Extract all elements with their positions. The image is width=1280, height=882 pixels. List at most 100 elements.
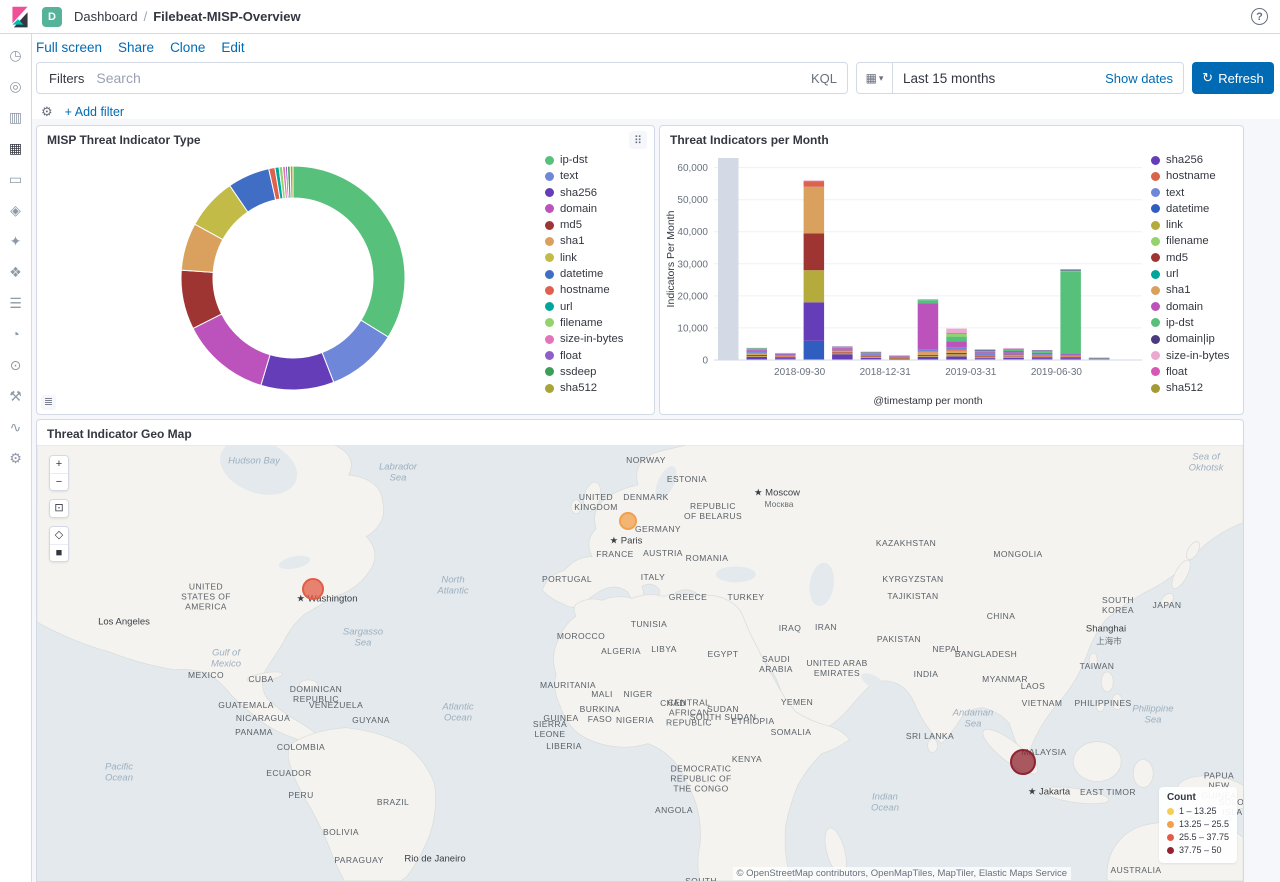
dashboard-canvas: MISP Threat Indicator Type ⠿ ip-dst text s… [32,119,1280,882]
recently-viewed-icon[interactable]: ◷ [7,46,25,64]
map-marker[interactable] [619,512,637,530]
dashboard-icon[interactable]: ▦ [7,139,25,157]
legend-item[interactable]: sha512 [1151,382,1237,394]
legend-swatch [1151,156,1160,165]
svg-text:2018-09-30: 2018-09-30 [774,367,826,378]
legend-swatch [545,188,554,197]
legend-label: text [560,170,578,182]
legend-item[interactable]: ip-dst [1151,317,1237,329]
legend-item[interactable]: sha1 [1151,284,1237,296]
donut-legend: ip-dst text sha256 domain md5 sha1 link datetim… [545,154,623,394]
legend-item[interactable]: datetime [1151,203,1237,215]
map-marker[interactable] [302,578,324,600]
add-filter-button[interactable]: + Add filter [65,105,124,119]
legend-label: sha256 [560,187,597,199]
legend-item[interactable]: datetime [545,268,623,280]
legend-item[interactable]: sha256 [1151,154,1237,166]
infrastructure-icon[interactable]: ❖ [7,263,25,281]
zoom-out-button[interactable]: − [50,473,68,490]
panel-misp-threat-indicator-type: MISP Threat Indicator Type ⠿ ip-dst text s… [36,125,655,415]
legend-label: filename [560,317,603,329]
legend-item[interactable]: ip-dst [545,154,623,166]
draw-rectangle-button[interactable]: ■ [50,544,68,561]
legend-label: sha512 [1166,382,1203,394]
legend-label: md5 [560,219,582,231]
legend-swatch [1151,204,1160,213]
legend-item[interactable]: md5 [545,219,623,231]
logs-icon[interactable]: ☰ [7,294,25,312]
bar-chart[interactable]: 010,00020,00030,00040,00050,00060,000201… [662,150,1148,410]
map-attribution[interactable]: © OpenStreetMap contributors, OpenMapTil… [733,867,1071,880]
legend-item[interactable]: text [1151,187,1237,199]
menu-share[interactable]: Share [118,40,154,55]
canvas-icon[interactable]: ▭ [7,170,25,188]
space-badge[interactable]: D [42,7,62,27]
legend-item[interactable]: float [1151,366,1237,378]
filter-options-gear-icon[interactable]: ⚙ [41,104,53,120]
svg-text:40,000: 40,000 [677,227,708,238]
refresh-button[interactable]: ↻ Refresh [1192,62,1274,94]
legend-label: sha512 [560,382,597,394]
maps-icon[interactable]: ◈ [7,201,25,219]
legend-item[interactable]: ssdeep [545,366,623,378]
breadcrumb-dashboard[interactable]: Dashboard [74,9,138,24]
legend-item[interactable]: link [1151,219,1237,231]
legend-label: domain|ip [1166,333,1215,345]
map-legend-row: 13.25 – 25.5 [1167,818,1229,831]
legend-swatch [545,221,554,230]
machine-learning-icon[interactable]: ✦ [7,232,25,250]
panel-title: MISP Threat Indicator Type [37,126,654,150]
legend-item[interactable]: float [545,350,623,362]
legend-item[interactable]: hostname [1151,170,1237,182]
legend-item[interactable]: sha512 [545,382,623,394]
map-marker[interactable] [1010,749,1036,775]
show-dates-button[interactable]: Show dates [1105,71,1183,86]
legend-item[interactable]: filename [545,317,623,329]
stack-monitoring-icon[interactable]: ∿ [7,418,25,436]
legend-item[interactable]: domain [1151,301,1237,313]
menu-clone[interactable]: Clone [170,40,205,55]
legend-item[interactable]: sha256 [545,187,623,199]
dev-tools-icon[interactable]: ⚒ [7,387,25,405]
legend-label: link [560,252,577,264]
map-legend: Count 1 – 13.2513.25 – 25.525.5 – 37.753… [1159,787,1237,863]
kql-selector[interactable]: KQL [801,71,847,86]
legend-item[interactable]: url [545,301,623,313]
breadcrumb-current: Filebeat-MISP-Overview [153,9,300,24]
search-input[interactable] [96,70,801,86]
zoom-in-button[interactable]: + [50,456,68,473]
legend-label: hostname [1166,170,1216,182]
legend-item[interactable]: text [545,170,623,182]
filters-button[interactable]: Filters [37,71,96,86]
legend-item[interactable]: size-in-bytes [1151,350,1237,362]
legend-toggle-button[interactable]: ≣ [41,395,56,410]
legend-item[interactable]: size-in-bytes [545,333,623,345]
time-range-value[interactable]: Last 15 months [893,71,995,86]
uptime-icon[interactable]: ⊙ [7,356,25,374]
legend-item[interactable]: sha1 [545,235,623,247]
map-canvas[interactable]: NORWAYESTONIADENMARKUNITED KINGDOMREPUBL… [37,445,1243,881]
legend-label: float [1166,366,1187,378]
draw-polygon-button[interactable]: ◇ [50,527,68,544]
legend-item[interactable]: link [545,252,623,264]
legend-swatch [1151,172,1160,181]
menu-edit[interactable]: Edit [221,40,244,55]
menu-full-screen[interactable]: Full screen [36,40,102,55]
kibana-logo[interactable] [9,6,31,28]
donut-chart[interactable] [37,148,537,412]
apm-icon[interactable]: ◔ [7,325,25,343]
legend-item[interactable]: domain|ip [1151,333,1237,345]
fit-data-bounds-button[interactable]: ⊡ [50,500,68,517]
calendar-icon[interactable]: ▦▾ [857,63,893,93]
visualize-icon[interactable]: ▥ [7,108,25,126]
discover-icon[interactable]: ◎ [7,77,25,95]
management-icon[interactable]: ⚙ [7,449,25,467]
legend-item[interactable]: domain [545,203,623,215]
help-icon[interactable]: ? [1251,8,1268,25]
legend-item[interactable]: filename [1151,235,1237,247]
panel-options-icon[interactable]: ⠿ [629,131,647,149]
svg-text:2018-12-31: 2018-12-31 [860,367,912,378]
legend-item[interactable]: md5 [1151,252,1237,264]
legend-item[interactable]: hostname [545,284,623,296]
legend-item[interactable]: url [1151,268,1237,280]
